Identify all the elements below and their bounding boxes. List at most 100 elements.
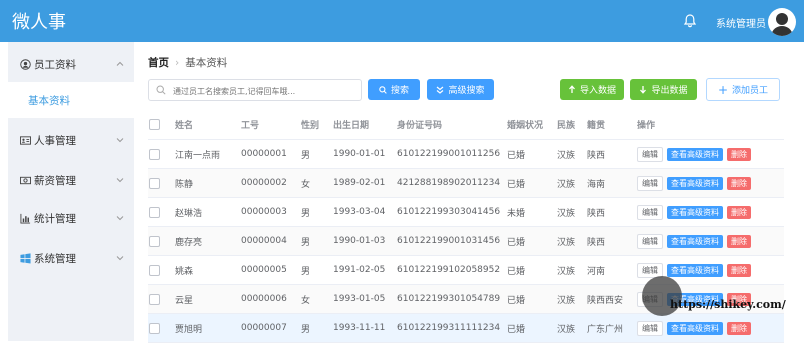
export-data-button[interactable]: 导出数据 — [630, 79, 697, 100]
column-header: 姓名 — [174, 109, 240, 140]
actions-cell: 编辑查看高级资料删除 — [636, 168, 784, 198]
column-header: 性别 — [300, 109, 332, 140]
edit-button[interactable]: 编辑 — [637, 204, 663, 220]
row-checkbox[interactable] — [149, 322, 160, 334]
row-checkbox-cell[interactable] — [148, 168, 174, 198]
row-checkbox-cell[interactable] — [148, 197, 174, 227]
table-cell: 汉族 — [556, 168, 586, 198]
row-checkbox-cell[interactable] — [148, 284, 174, 314]
delete-button[interactable]: 删除 — [727, 205, 751, 219]
table-cell: 1993-03-04 — [332, 197, 396, 227]
top-bar: 微人事 系统管理员 — [0, 0, 804, 42]
add-employee-button[interactable]: + 添加员工 — [706, 78, 780, 101]
table-cell: 陕西 — [586, 139, 636, 169]
export-data-label: 导出数据 — [651, 86, 688, 96]
actions-cell: 编辑查看高级资料删除 — [636, 197, 784, 227]
sidebar-item-label: 系统管理 — [34, 252, 76, 265]
table-cell: 鹿存亮 — [174, 226, 240, 256]
table-cell: 汉族 — [556, 139, 586, 169]
column-header: 籍贯 — [586, 109, 636, 140]
search-box[interactable] — [148, 79, 362, 101]
row-checkbox[interactable] — [149, 264, 160, 276]
table-cell: 女 — [300, 168, 332, 198]
edit-button[interactable]: 编辑 — [637, 233, 663, 249]
watermark: https://shikey.com/ — [642, 276, 786, 326]
chevron-down-icon — [116, 178, 124, 183]
table-cell: 陈静 — [174, 168, 240, 198]
breadcrumb-separator: › — [175, 57, 180, 69]
bar-chart-icon — [20, 213, 31, 224]
table-cell: 00000004 — [240, 226, 300, 256]
sidebar-item-label: 统计管理 — [34, 212, 76, 225]
table-row[interactable]: 赵琳浩 00000003 男 1993-03-04 610122199303041456… — [148, 197, 784, 227]
column-header: 婚姻状况 — [506, 109, 556, 140]
row-checkbox[interactable] — [149, 148, 160, 160]
app-title: 微人事 — [12, 12, 66, 33]
table-cell: 汉族 — [556, 255, 586, 285]
row-checkbox[interactable] — [149, 293, 160, 305]
view-details-button[interactable]: 查看高级资料 — [667, 234, 723, 248]
table-cell: 男 — [300, 255, 332, 285]
sidebar-item-employee[interactable]: 员工资料 — [8, 46, 134, 82]
search-input[interactable] — [171, 82, 359, 100]
sidebar-subitem-label: 基本资料 — [28, 95, 70, 107]
table-row[interactable]: 鹿存亮 00000004 男 1990-01-03 610122199001031456… — [148, 226, 784, 256]
watermark-text: https://shikey.com/ — [670, 298, 786, 311]
delete-button[interactable]: 删除 — [727, 147, 751, 161]
advanced-search-button[interactable]: 高级搜索 — [427, 79, 494, 100]
table-cell: 男 — [300, 139, 332, 169]
table-cell: 00000005 — [240, 255, 300, 285]
table-cell: 00000006 — [240, 284, 300, 314]
table-cell: 江南一点雨 — [174, 139, 240, 169]
row-checkbox[interactable] — [149, 235, 160, 247]
search-button-label: 搜索 — [390, 86, 409, 96]
view-details-button[interactable]: 查看高级资料 — [667, 205, 723, 219]
table-cell: 已婚 — [506, 139, 556, 169]
row-checkbox-cell[interactable] — [148, 139, 174, 169]
search-icon — [156, 85, 166, 95]
row-checkbox[interactable] — [149, 206, 160, 218]
header-checkbox-cell[interactable] — [148, 109, 174, 140]
add-employee-label: 添加员工 — [732, 86, 769, 96]
actions-cell: 编辑查看高级资料删除 — [636, 226, 784, 256]
table-cell: 已婚 — [506, 226, 556, 256]
id-card-icon — [20, 135, 31, 145]
row-checkbox-cell[interactable] — [148, 226, 174, 256]
edit-button[interactable]: 编辑 — [637, 146, 663, 162]
bell-icon[interactable] — [682, 13, 698, 29]
search-button[interactable]: 搜索 — [368, 79, 420, 100]
row-checkbox[interactable] — [149, 177, 160, 189]
sidebar-item-system[interactable]: 系统管理 — [8, 240, 134, 276]
delete-button[interactable]: 删除 — [727, 234, 751, 248]
table-cell: 00000002 — [240, 168, 300, 198]
table-cell: 汉族 — [556, 284, 586, 314]
sidebar-item-personnel[interactable]: 人事管理 — [8, 122, 134, 158]
sidebar-item-label: 薪资管理 — [34, 174, 76, 187]
view-details-button[interactable]: 查看高级资料 — [667, 147, 723, 161]
download-icon — [640, 86, 647, 94]
table-row[interactable]: 江南一点雨 00000001 男 1990-01-01 6101221990010112… — [148, 139, 784, 169]
delete-button[interactable]: 删除 — [727, 263, 751, 277]
avatar[interactable] — [768, 8, 796, 36]
table-row[interactable]: 陈静 00000002 女 1989-02-01 421288198902011234 已… — [148, 168, 784, 198]
sidebar-item-salary[interactable]: 薪资管理 — [8, 162, 134, 198]
edit-button[interactable]: 编辑 — [637, 175, 663, 191]
select-all-checkbox[interactable] — [149, 118, 160, 130]
table-cell: 贾旭明 — [174, 313, 240, 343]
breadcrumb-home[interactable]: 首页 — [148, 57, 169, 69]
table-cell: 610122199001011256 — [396, 139, 506, 169]
table-cell: 男 — [300, 226, 332, 256]
table-cell: 610122199001031456 — [396, 226, 506, 256]
row-checkbox-cell[interactable] — [148, 255, 174, 285]
delete-button[interactable]: 删除 — [727, 176, 751, 190]
view-details-button[interactable]: 查看高级资料 — [667, 263, 723, 277]
sidebar-item-statistics[interactable]: 统计管理 — [8, 200, 134, 236]
sidebar-item-label: 员工资料 — [34, 58, 76, 71]
user-name[interactable]: 系统管理员 — [716, 15, 766, 30]
table-cell: 汉族 — [556, 226, 586, 256]
row-checkbox-cell[interactable] — [148, 313, 174, 343]
view-details-button[interactable]: 查看高级资料 — [667, 176, 723, 190]
table-cell: 610122199301054789 — [396, 284, 506, 314]
import-data-button[interactable]: 导入数据 — [560, 79, 624, 100]
sidebar-subitem-basic-info[interactable]: 基本资料 — [8, 82, 134, 118]
